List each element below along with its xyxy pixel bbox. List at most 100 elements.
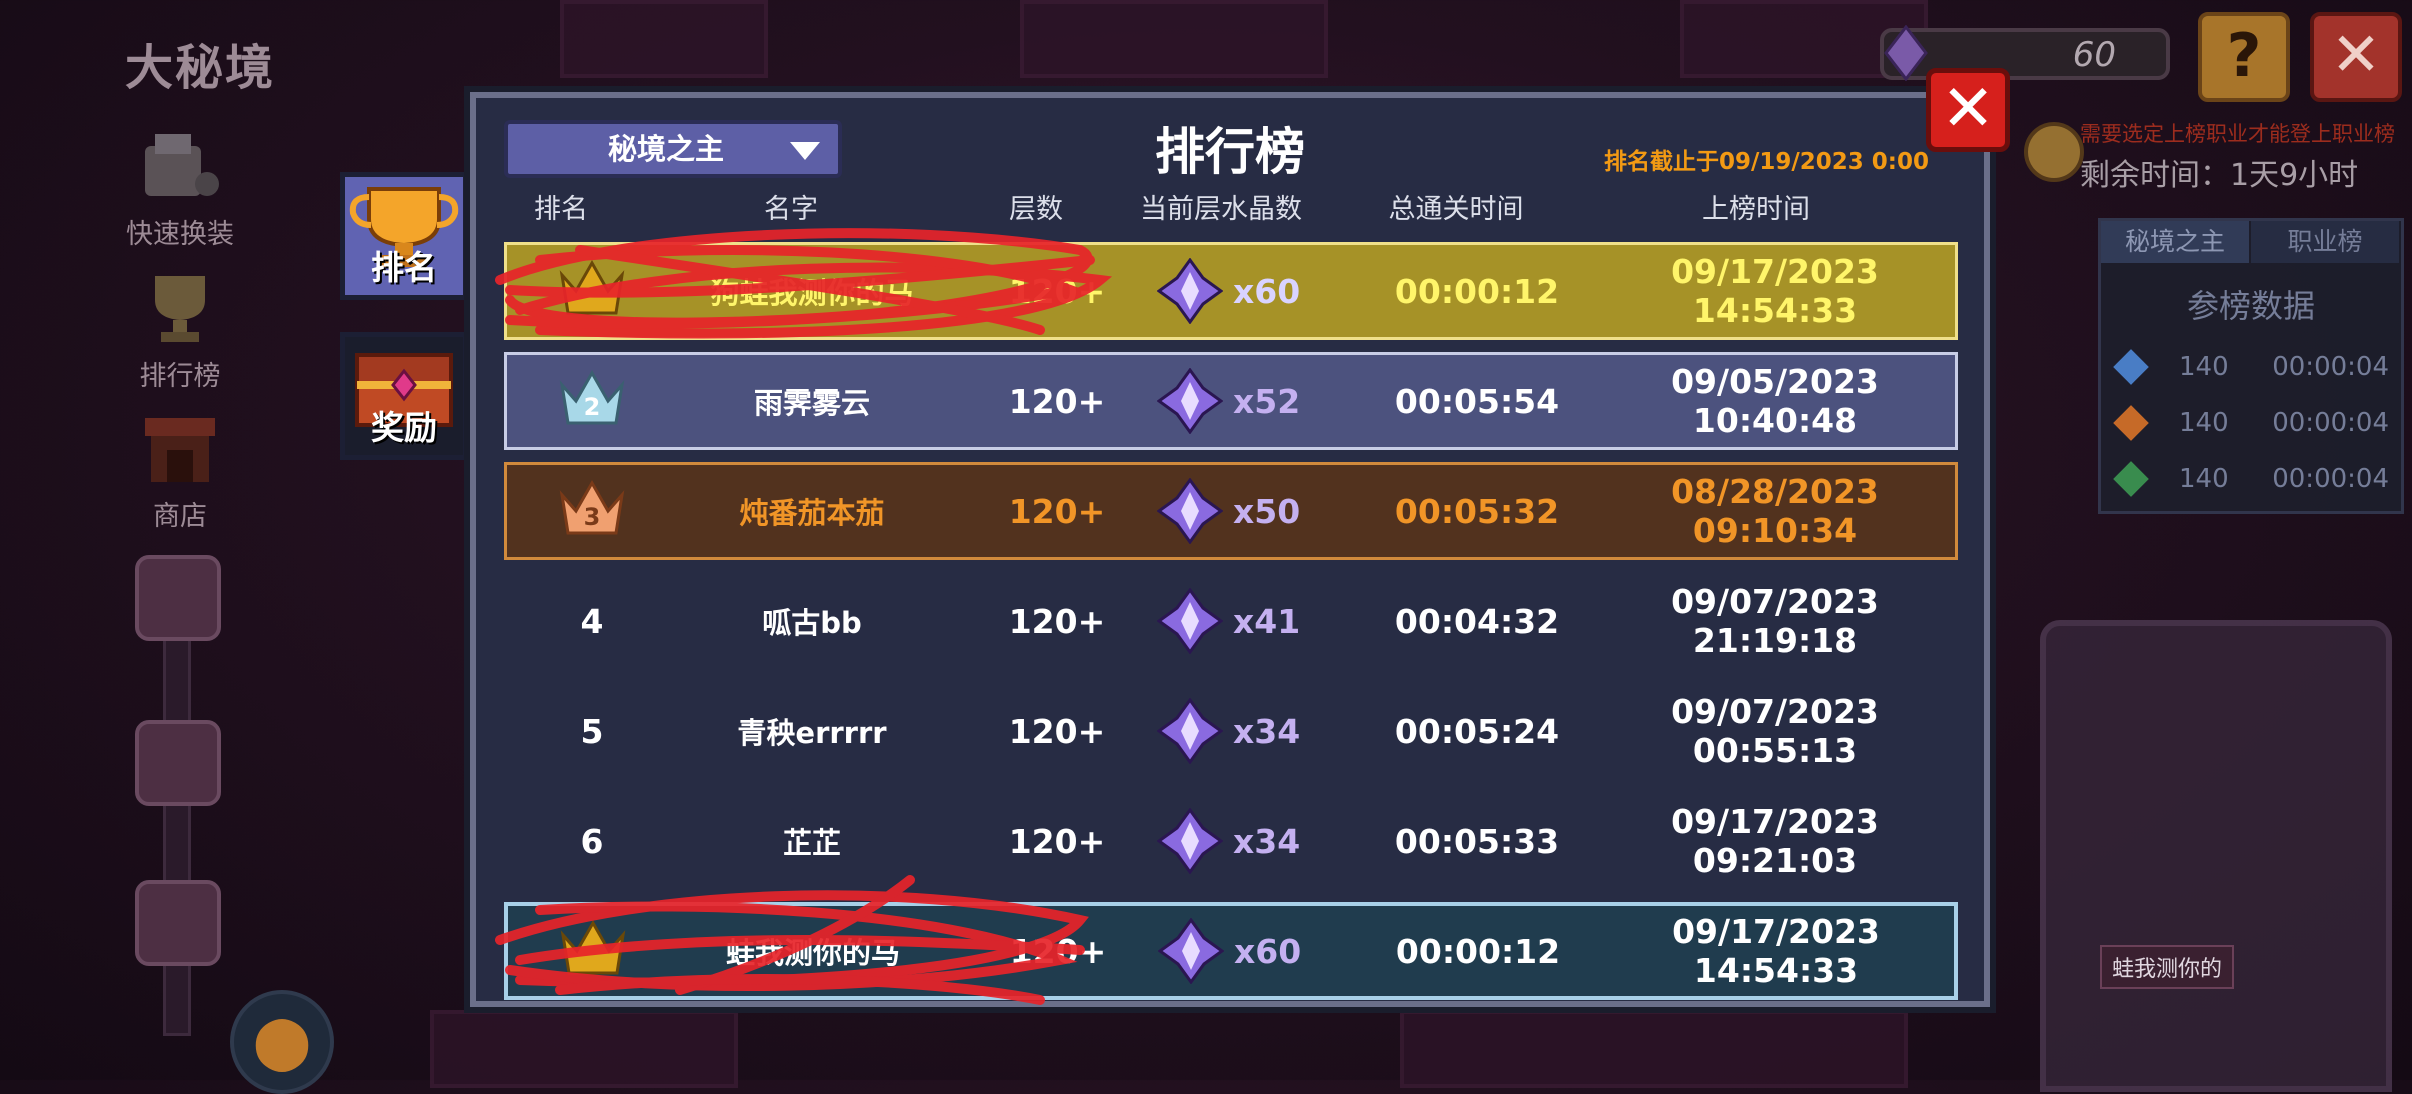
total-time: 00:05:54 (1394, 381, 1560, 421)
entry-time: 00:00:04 (2272, 464, 2389, 494)
entry-stats-panel: 秘境之主 职业榜 参榜数据 140 00:00:04 140 00:00:04 … (2098, 218, 2404, 514)
shop-icon (135, 410, 225, 488)
green-crystal-icon (2113, 461, 2149, 497)
entry-time: 00:00:04 (2272, 408, 2389, 438)
leaderboard-menu-label: 排行榜 (139, 361, 221, 392)
close-dialog-button[interactable]: ✕ (1926, 68, 2010, 152)
entry-stats-heading: 参榜数据 (2186, 287, 2315, 325)
crystal-icon (1158, 918, 1224, 984)
floors-value: 120+ (1008, 381, 1106, 421)
rank-crown-icon: 2 (537, 365, 647, 437)
table-row[interactable]: 5 青秧errrrr 120+ x34 00:05:24 09/07/2023 … (504, 682, 1958, 780)
crystal-count: x60 (1157, 258, 1357, 324)
header-list-time: 上榜时间 (1702, 194, 1810, 225)
entry-time: 00:00:04 (2272, 352, 2389, 382)
player-name: 青秧errrrr (737, 716, 887, 750)
player-name: 呱古bb (762, 606, 862, 640)
table-row[interactable]: 6 芷芷 120+ x34 00:05:33 09/17/2023 09:21:… (504, 792, 1958, 890)
list-date: 09/07/2023 00:55:13 (1671, 692, 1879, 770)
crystal-icon (1157, 368, 1223, 434)
header-name: 名字 (764, 194, 818, 225)
player-name: 狗蛙我测你的马 (710, 276, 914, 310)
floors-value: 120+ (1008, 271, 1106, 311)
crystal-count-value: x34 (1233, 711, 1301, 751)
total-time: 00:00:12 (1394, 271, 1560, 311)
table-row[interactable]: 狗蛙我测你的马 120+ x60 00:00:12 09/17/2023 14:… (504, 242, 1958, 340)
rank-crown-icon (537, 255, 647, 327)
rank-number: 5 (580, 711, 604, 751)
tab-class-board[interactable]: 职业榜 (2251, 221, 2401, 263)
total-time: 00:05:33 (1394, 821, 1560, 861)
entry-level: 140 (2179, 408, 2229, 438)
header-floors: 层数 (1009, 194, 1063, 225)
map-pin-icon[interactable]: ⬤ (230, 990, 334, 1094)
crystal-icon (1157, 808, 1223, 874)
list-item: 140 00:00:04 (2101, 339, 2401, 395)
crystal-count-value: x50 (1233, 491, 1301, 531)
leaderboard-table: 狗蛙我测你的马 120+ x60 00:00:12 09/17/2023 14:… (494, 242, 1968, 1012)
header-rank: 排名 (534, 194, 588, 225)
rank-crown-icon (538, 915, 648, 987)
header-total-time: 总通关时间 (1388, 194, 1524, 225)
crystal-icon (1882, 24, 1930, 82)
leaderboard-dialog: 秘境之主 排行榜 排名截止于09/19/2023 0:00 ✕ 排名 名字 层数… (470, 68, 2010, 1007)
floor-node-icon (135, 555, 221, 641)
total-time: 00:05:24 (1394, 711, 1560, 751)
mode-title: 大秘境 (125, 40, 276, 96)
exit-button[interactable]: ✕ (2310, 12, 2402, 102)
quick-equip-button[interactable]: 快速换装 (120, 128, 240, 251)
player-name: 炖番茄本茄 (739, 496, 885, 530)
crystal-count-value: x41 (1233, 601, 1301, 641)
crystal-count: x34 (1157, 698, 1357, 764)
blue-crystal-icon (2113, 349, 2149, 385)
shop-label: 商店 (153, 501, 207, 532)
help-button[interactable]: ? (2198, 12, 2290, 102)
floors-value: 120+ (1008, 491, 1106, 531)
leaderboard-menu-button[interactable]: 排行榜 (120, 270, 240, 393)
shop-button[interactable]: 商店 (120, 410, 240, 533)
header-crystals: 当前层水晶数 (1140, 194, 1302, 225)
floors-value: 120+ (1009, 931, 1107, 971)
fire-icon (2113, 405, 2149, 441)
crystal-icon (1157, 258, 1223, 324)
floors-value: 120+ (1008, 601, 1106, 641)
player-name: 芷芷 (782, 826, 841, 860)
floor-node-icon (135, 720, 221, 806)
list-date: 09/07/2023 21:19:18 (1671, 582, 1879, 660)
crystal-count-value: x34 (1233, 821, 1301, 861)
tab-realm-master[interactable]: 秘境之主 (2101, 221, 2251, 263)
table-row[interactable]: 3 炖番茄本茄 120+ x50 00:05:32 08/28/2023 09:… (504, 462, 1958, 560)
table-row[interactable]: 2 雨霁雾云 120+ x52 00:05:54 09/05/2023 10:4… (504, 352, 1958, 450)
rank-number: 3 (584, 503, 601, 531)
tab-ranking[interactable]: 排名 (340, 172, 468, 300)
class-board-note: 需要选定上榜职业才能登上职业榜 (2080, 122, 2395, 146)
list-date: 09/17/2023 14:54:33 (1671, 252, 1879, 330)
entry-level: 140 (2179, 464, 2229, 494)
rank-number: 6 (580, 821, 604, 861)
entry-level: 140 (2179, 352, 2229, 382)
list-date: 08/28/2023 09:10:34 (1671, 472, 1879, 550)
crystal-count: x50 (1157, 478, 1357, 544)
total-time: 00:04:32 (1394, 601, 1560, 641)
total-time: 00:05:32 (1394, 491, 1560, 531)
floors-value: 120+ (1008, 821, 1106, 861)
total-time: 00:00:12 (1395, 931, 1561, 971)
crystal-count: x41 (1157, 588, 1357, 654)
tab-ranking-label: 排名 (371, 248, 437, 287)
table-row[interactable]: 4 呱古bb 120+ x41 00:04:32 09/07/2023 21:1… (504, 572, 1958, 670)
clock-icon (2024, 122, 2084, 182)
crystal-count: x34 (1157, 808, 1357, 874)
statue-caption: 蛙我测你的 (2100, 945, 2235, 989)
crystal-icon (1157, 698, 1223, 764)
crystal-count-value: x52 (1233, 381, 1301, 421)
rank-crown-icon: 3 (537, 475, 647, 547)
time-remaining: 剩余时间：1天9小时 (2080, 158, 2359, 193)
player-name: 雨霁雾云 (753, 386, 870, 420)
trophy-icon (135, 270, 225, 348)
quick-equip-label: 快速换装 (126, 219, 234, 250)
list-date: 09/05/2023 10:40:48 (1671, 362, 1879, 440)
statue-character (2040, 620, 2392, 1092)
tab-rewards[interactable]: 奖励 (340, 332, 468, 460)
armor-swap-icon (135, 128, 225, 206)
my-ranking-row[interactable]: 蛙我测你的马 120+ x60 00:00:12 09/17/2023 14:5… (504, 902, 1958, 1000)
